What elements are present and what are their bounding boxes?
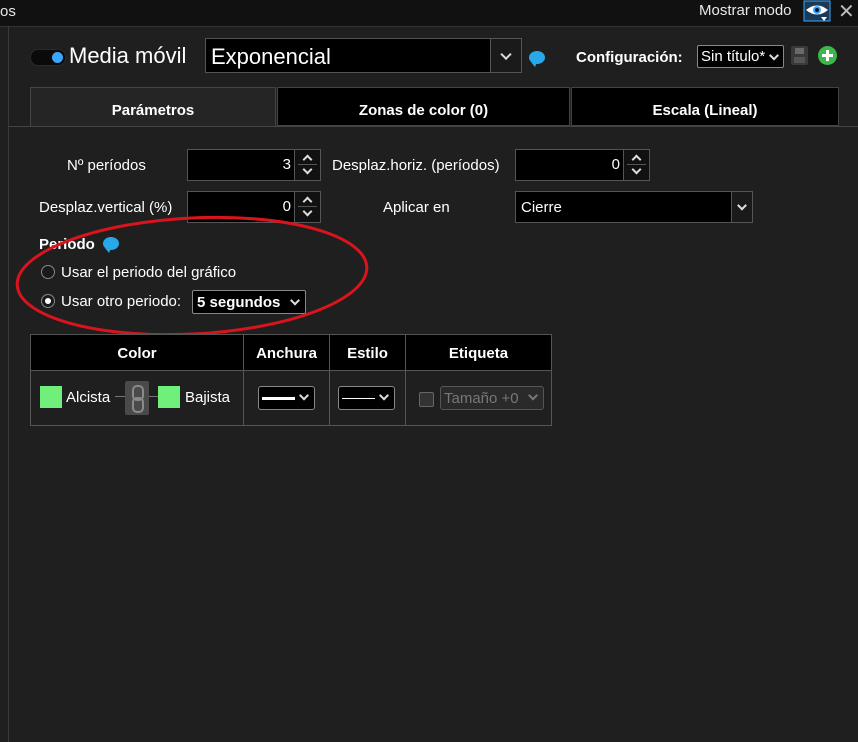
col-header-color: Color [31,335,244,370]
config-label: Configuración: [576,49,683,66]
show-mode-label[interactable]: Mostrar modo [699,2,792,19]
save-icon[interactable] [791,46,808,65]
periodo-title: Periodo [39,236,95,253]
indicator-type-select[interactable]: Exponencial [205,38,522,73]
chevron-down-icon [302,206,313,217]
periods-value: 3 [282,156,291,173]
stepper-buttons[interactable] [294,192,320,222]
vshift-value: 0 [282,198,291,215]
apply-value: Cierre [521,199,562,216]
chevron-down-icon [631,164,642,175]
link-chain-icon[interactable] [125,381,149,415]
other-period-select[interactable]: 5 segundos [192,290,306,314]
eye-icon[interactable] [802,0,832,22]
chevron-up-icon [302,154,313,165]
hshift-stepper[interactable]: 0 [515,149,650,181]
vshift-label: Desplaz.vertical (%) [39,199,173,216]
periods-stepper[interactable]: 3 [187,149,321,181]
other-period-value: 5 segundos [197,294,281,311]
chevron-down-icon [528,390,538,401]
label-size-select[interactable]: Tamaño +0 [440,386,544,410]
indicator-name: Media móvil [69,43,187,68]
bear-label: Bajista [185,389,231,406]
col-header-etiqueta: Etiqueta [406,335,551,370]
help-bubble-icon[interactable] [103,237,119,253]
chevron-up-icon [302,196,313,207]
close-icon[interactable]: ✕ [838,0,855,24]
style-table: Color Anchura Estilo Etiqueta Alcista Ba… [30,334,552,426]
radio-other-period-label[interactable]: Usar otro periodo: [61,293,181,310]
label-checkbox[interactable] [419,392,434,407]
chevron-down-icon [769,50,779,61]
help-bubble-icon[interactable] [529,51,545,67]
radio-chart-period-label[interactable]: Usar el periodo del gráfico [61,264,236,281]
config-select[interactable]: Sin título* [697,45,784,68]
periods-label: Nº períodos [67,157,146,174]
tab-escala[interactable]: Escala (Lineal) [571,87,839,126]
chevron-down-icon [302,164,313,175]
vshift-stepper[interactable]: 0 [187,191,321,223]
tab-zonas-color[interactable]: Zonas de color (0) [277,87,570,126]
chevron-down-icon [299,390,309,401]
tab-divider [9,126,858,127]
chevron-down-icon[interactable] [490,39,521,72]
bear-color-swatch[interactable] [158,386,180,408]
config-value: Sin título* [701,48,766,65]
radio-chart-period[interactable] [41,265,55,279]
line-width-preview [262,397,295,400]
chevron-down-icon[interactable] [731,192,752,222]
panel-border [8,26,9,742]
chevron-down-icon [379,390,389,401]
stepper-buttons[interactable] [294,150,320,180]
label-size-value: Tamaño +0 [444,390,519,407]
stepper-buttons[interactable] [623,150,649,180]
chevron-down-icon [290,295,300,306]
radio-other-period[interactable] [41,294,55,308]
width-select[interactable] [258,386,315,410]
apply-select[interactable]: Cierre [515,191,753,223]
col-header-anchura: Anchura [244,335,330,370]
bull-color-swatch[interactable] [40,386,62,408]
hshift-label: Desplaz.horiz. (períodos) [332,157,500,174]
chevron-up-icon [631,154,642,165]
bull-label: Alcista [66,389,111,406]
line-style-preview [342,398,375,399]
indicator-type-value: Exponencial [211,44,331,69]
header-divider [31,370,551,371]
apply-label: Aplicar en [383,199,450,216]
indicator-toggle[interactable] [30,49,66,66]
col-header-estilo: Estilo [330,335,406,370]
style-select[interactable] [338,386,395,410]
hshift-value: 0 [611,156,620,173]
toggle-knob [52,52,63,63]
add-icon[interactable] [818,46,837,65]
tab-parametros[interactable]: Parámetros [30,87,276,126]
window-title-fragment: os [0,3,16,20]
